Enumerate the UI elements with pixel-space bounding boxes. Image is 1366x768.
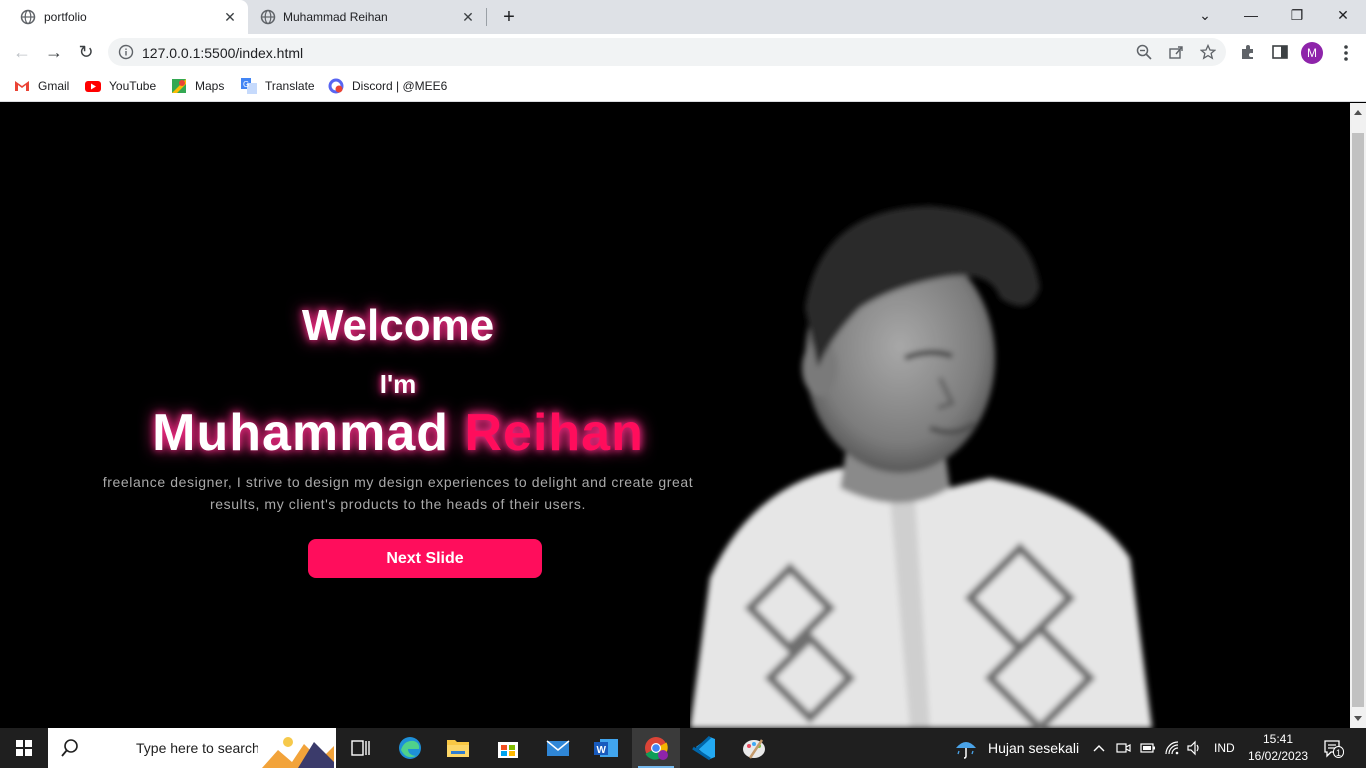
search-highlight-illustration-icon <box>258 732 334 768</box>
restore-button[interactable]: ❐ <box>1274 0 1320 34</box>
translate-icon: G <box>241 78 257 94</box>
zoom-icon[interactable] <box>1136 44 1152 60</box>
bookmark-label: YouTube <box>109 79 157 93</box>
mail-icon[interactable] <box>534 728 582 768</box>
system-clock[interactable]: 15:41 16/02/2023 <box>1248 731 1308 765</box>
wifi-icon[interactable] <box>1164 740 1180 756</box>
bookmark-label: Maps <box>195 79 225 93</box>
welcome-heading: Welcome <box>301 301 495 350</box>
close-icon[interactable]: ✕ <box>460 9 476 25</box>
close-icon[interactable]: ✕ <box>222 9 238 25</box>
file-explorer-icon[interactable] <box>434 728 482 768</box>
next-slide-button[interactable]: Next Slide <box>308 539 542 578</box>
side-panel-icon[interactable] <box>1271 43 1289 61</box>
chevron-up-icon[interactable] <box>1092 740 1106 756</box>
hero-description: freelance designer, I strive to design m… <box>102 474 694 512</box>
more-menu-icon[interactable] <box>1338 42 1354 64</box>
discord-mee6-icon <box>328 78 344 94</box>
word-icon[interactable]: W <box>582 728 630 768</box>
bookmark-label: Discord | @MEE6 <box>352 79 448 93</box>
battery-icon[interactable] <box>1140 740 1156 756</box>
bookmark-label: Gmail <box>38 79 70 93</box>
vscode-icon[interactable] <box>680 728 728 768</box>
globe-icon <box>260 9 276 25</box>
bookmark-star-icon[interactable] <box>1200 44 1216 60</box>
clock-time: 15:41 <box>1262 732 1294 746</box>
info-icon[interactable] <box>118 44 134 60</box>
windows-start-icon[interactable] <box>0 728 48 768</box>
volume-icon[interactable] <box>1186 740 1202 756</box>
chrome-taskbar-button[interactable] <box>632 728 680 768</box>
browser-toolbar: ← → ↻ 127.0.0.1:5500/index.html M <box>0 34 1366 70</box>
gmail-icon <box>15 81 29 91</box>
bookmark-label: Translate <box>265 79 315 93</box>
url-text[interactable]: 127.0.0.1:5500/index.html <box>142 45 303 61</box>
taskbar-search-box[interactable]: Type here to search <box>48 728 336 768</box>
weather-text: Hujan sesekali <box>988 740 1080 756</box>
im-heading: I'm <box>379 369 417 399</box>
new-tab-button[interactable]: + <box>498 6 520 28</box>
chrome-icon <box>645 737 668 760</box>
share-icon[interactable] <box>1168 44 1184 60</box>
tab-search-chevron-icon[interactable]: ⌄ <box>1182 0 1228 34</box>
language-indicator[interactable]: IND <box>1214 741 1235 757</box>
search-icon <box>61 739 78 757</box>
tab-muhammad-reihan[interactable]: Muhammad Reihan ✕ <box>248 0 486 34</box>
task-view-icon[interactable] <box>336 728 384 768</box>
microsoft-store-icon[interactable] <box>484 728 532 768</box>
minimize-button[interactable]: — <box>1228 0 1274 34</box>
search-placeholder: Type here to search <box>136 740 260 756</box>
tab-separator <box>486 8 487 26</box>
paint-icon[interactable] <box>730 728 778 768</box>
bookmarks-bar: Gmail YouTube Maps G Translate Discord |… <box>0 70 1366 102</box>
portfolio-page: Welcome I'm Muhammad Reihan freelance de… <box>0 103 1350 728</box>
name-heading: Muhammad Reihan <box>100 403 696 463</box>
tab-portfolio[interactable]: portfolio ✕ <box>0 0 248 34</box>
scroll-down-arrow-icon[interactable] <box>1354 716 1362 721</box>
meet-now-icon[interactable] <box>1116 740 1132 756</box>
address-bar[interactable]: 127.0.0.1:5500/index.html <box>108 38 1226 66</box>
bookmark-youtube[interactable]: YouTube <box>85 77 156 95</box>
globe-icon <box>20 9 36 25</box>
umbrella-rain-icon <box>956 742 976 759</box>
forward-button[interactable]: → <box>42 40 66 64</box>
first-name: Muhammad <box>152 404 450 462</box>
edge-icon[interactable] <box>386 728 434 768</box>
svg-text:G: G <box>243 80 249 89</box>
window-close-button[interactable]: ✕ <box>1320 0 1366 34</box>
bookmark-discord-mee6[interactable]: Discord | @MEE6 <box>328 77 447 95</box>
windows-taskbar: Type here to search W Hujan sesekali IND… <box>0 728 1366 768</box>
back-button[interactable]: ← <box>10 40 34 64</box>
bookmark-translate[interactable]: G Translate <box>241 77 315 95</box>
last-name: Reihan <box>464 404 644 462</box>
scroll-up-arrow-icon[interactable] <box>1354 110 1362 115</box>
profile-avatar[interactable]: M <box>1301 42 1323 64</box>
page-scrollbar[interactable] <box>1350 103 1366 728</box>
bookmark-maps[interactable]: Maps <box>171 77 224 95</box>
tab-title: Muhammad Reihan <box>283 10 388 24</box>
extensions-icon[interactable] <box>1239 43 1257 61</box>
youtube-icon <box>85 81 101 92</box>
notification-center-button[interactable]: 1 <box>1322 738 1344 760</box>
tab-strip: portfolio ✕ Muhammad Reihan ✕ + ⌄ — ❐ ✕ <box>0 0 1366 34</box>
scroll-thumb[interactable] <box>1352 133 1364 707</box>
portrait-photo <box>690 206 1152 728</box>
clock-date: 16/02/2023 <box>1248 749 1309 763</box>
weather-widget[interactable]: Hujan sesekali <box>954 728 1079 768</box>
reload-button[interactable]: ↻ <box>74 40 98 64</box>
notification-count-badge: 1 <box>1333 746 1344 758</box>
tab-title: portfolio <box>44 10 87 24</box>
svg-text:W: W <box>597 745 607 756</box>
bookmark-gmail[interactable]: Gmail <box>14 77 69 95</box>
maps-icon <box>172 79 186 93</box>
